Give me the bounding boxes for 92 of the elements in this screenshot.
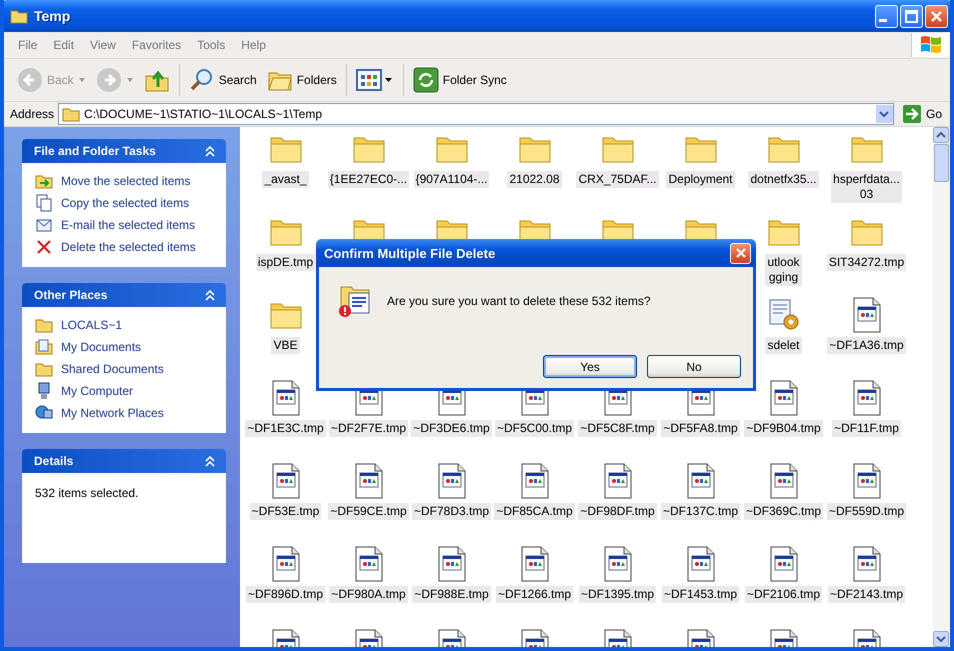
menu-item[interactable]: Favorites xyxy=(124,38,190,52)
scroll-up-icon[interactable] xyxy=(933,127,949,143)
search-icon xyxy=(188,67,215,93)
file-name[interactable]: ~DF78D3.tmp xyxy=(412,503,492,520)
details-text: 532 items selected. xyxy=(35,485,140,500)
file-name[interactable]: ~DF559D.tmp xyxy=(826,503,906,520)
minimize-button[interactable] xyxy=(875,4,898,28)
task-link[interactable]: Shared Documents xyxy=(61,362,164,376)
panel-header[interactable]: File and Folder Tasks xyxy=(22,139,226,163)
address-label: Address xyxy=(10,107,54,121)
task-link[interactable]: Move the selected items xyxy=(61,174,190,188)
file-name[interactable]: ~DF2F7E.tmp xyxy=(328,420,408,437)
file-name[interactable]: ~DF2106.tmp xyxy=(744,586,822,603)
document-folder-icon xyxy=(35,338,53,356)
file-name[interactable]: VBE xyxy=(271,337,300,354)
file-name[interactable]: {907A1104-... xyxy=(414,171,490,188)
go-button[interactable]: Go xyxy=(898,104,946,124)
task-link[interactable]: Copy the selected items xyxy=(61,196,190,210)
file-name[interactable]: ispDE.tmp xyxy=(256,254,316,271)
copy-icon xyxy=(35,194,53,212)
task-link[interactable]: E-mail the selected items xyxy=(61,218,196,232)
file-name[interactable]: ~DF1395.tmp xyxy=(578,586,656,603)
panel-header[interactable]: Details xyxy=(22,449,226,473)
file-name[interactable]: Deployment xyxy=(666,171,735,188)
file-name[interactable]: hsperfdata... 03 xyxy=(831,171,902,203)
collapse-icon[interactable] xyxy=(204,145,216,157)
file-name[interactable]: dotnetfx35... xyxy=(748,171,819,188)
file-name[interactable]: ~DF369C.tmp xyxy=(744,503,824,520)
file-name[interactable]: ~DF1E3C.tmp xyxy=(245,420,326,437)
file-name[interactable]: ~DF85CA.tmp xyxy=(494,503,575,520)
dropdown-button[interactable] xyxy=(876,105,893,123)
x-icon xyxy=(35,238,53,256)
file-name[interactable]: ~DF2143.tmp xyxy=(828,586,906,603)
scroll-down-icon[interactable] xyxy=(933,631,949,647)
task-link[interactable]: My Documents xyxy=(61,340,142,354)
menu-item[interactable]: Edit xyxy=(45,38,82,52)
folder-icon xyxy=(62,106,80,122)
file-name[interactable]: ~DF59CE.tmp xyxy=(328,503,409,520)
file-name[interactable]: _avast_ xyxy=(262,171,309,188)
task-link[interactable]: Delete the selected items xyxy=(61,240,196,254)
folder-icon xyxy=(10,8,28,24)
file-name[interactable]: ~DF1266.tmp xyxy=(496,586,574,603)
folders-button[interactable]: Folders xyxy=(262,66,342,94)
search-button[interactable]: Search xyxy=(184,65,262,95)
dialog-title: Confirm Multiple File Delete xyxy=(324,246,496,260)
file-name[interactable]: ~DF53E.tmp xyxy=(250,503,322,520)
close-button[interactable] xyxy=(925,4,948,28)
dialog-button[interactable]: No xyxy=(647,355,741,378)
scrollbar[interactable] xyxy=(933,127,950,647)
file-name[interactable]: 21022.08 xyxy=(507,171,562,188)
file-name[interactable]: utlook gging xyxy=(765,254,802,286)
file-name[interactable]: ~DF5FA8.tmp xyxy=(661,420,740,437)
close-icon xyxy=(734,246,748,260)
close-button[interactable] xyxy=(730,242,751,264)
dropdown-arrow-icon xyxy=(126,77,134,83)
dialog-message: Are you sure you want to delete these 532 items? xyxy=(387,294,650,308)
panel-header[interactable]: Other Places xyxy=(22,283,226,307)
window-title: Temp xyxy=(34,8,70,24)
file-name[interactable]: sdelet xyxy=(765,337,802,354)
file-name[interactable]: ~DF5C00.tmp xyxy=(494,420,574,437)
task-link[interactable]: LOCALS~1 xyxy=(61,318,122,332)
collapse-icon[interactable] xyxy=(204,289,216,301)
file-name[interactable]: ~DF5C8F.tmp xyxy=(578,420,657,437)
file-name[interactable]: ~DF988E.tmp xyxy=(412,586,491,603)
menu-item[interactable]: Tools xyxy=(189,38,234,52)
menu-item[interactable]: Help xyxy=(233,38,274,52)
task-link[interactable]: My Computer xyxy=(61,384,134,398)
dropdown-arrow-icon xyxy=(78,77,86,83)
file-name[interactable]: ~DF1A36.tmp xyxy=(827,337,906,354)
address-field[interactable]: C:\DOCUME~1\STATIO~1\LOCALS~1\Temp xyxy=(58,103,894,125)
views-icon xyxy=(356,68,394,92)
menu-item[interactable]: File xyxy=(10,38,46,52)
collapse-icon[interactable] xyxy=(204,455,216,467)
minimize-icon xyxy=(878,18,886,22)
menu-item[interactable]: View xyxy=(82,38,124,52)
scroll-thumb[interactable] xyxy=(934,144,949,182)
file-name[interactable]: ~DF896D.tmp xyxy=(246,586,326,603)
file-name[interactable]: ~DF11F.tmp xyxy=(832,420,901,437)
file-name[interactable]: ~DF9B04.tmp xyxy=(744,420,823,437)
task-link[interactable]: My Network Places xyxy=(61,406,164,420)
sync-button[interactable]: Folder Sync xyxy=(408,65,512,95)
dialog-button[interactable]: Yes xyxy=(543,355,637,378)
maximize-button[interactable] xyxy=(900,4,923,28)
file-name[interactable]: ~DF1453.tmp xyxy=(662,586,740,603)
sync-icon xyxy=(412,67,439,93)
file-name[interactable]: {1EE27EC0-... xyxy=(328,171,410,188)
file-name[interactable]: SIT34272.tmp xyxy=(826,254,906,271)
file-name[interactable]: ~DF137C.tmp xyxy=(660,503,740,520)
file-name[interactable]: ~DF98DF.tmp xyxy=(578,503,657,520)
file-name[interactable]: CRX_75DAF... xyxy=(576,171,659,188)
file-name[interactable]: ~DF980A.tmp xyxy=(329,586,408,603)
file-name[interactable]: ~DF3DE6.tmp xyxy=(411,420,492,437)
